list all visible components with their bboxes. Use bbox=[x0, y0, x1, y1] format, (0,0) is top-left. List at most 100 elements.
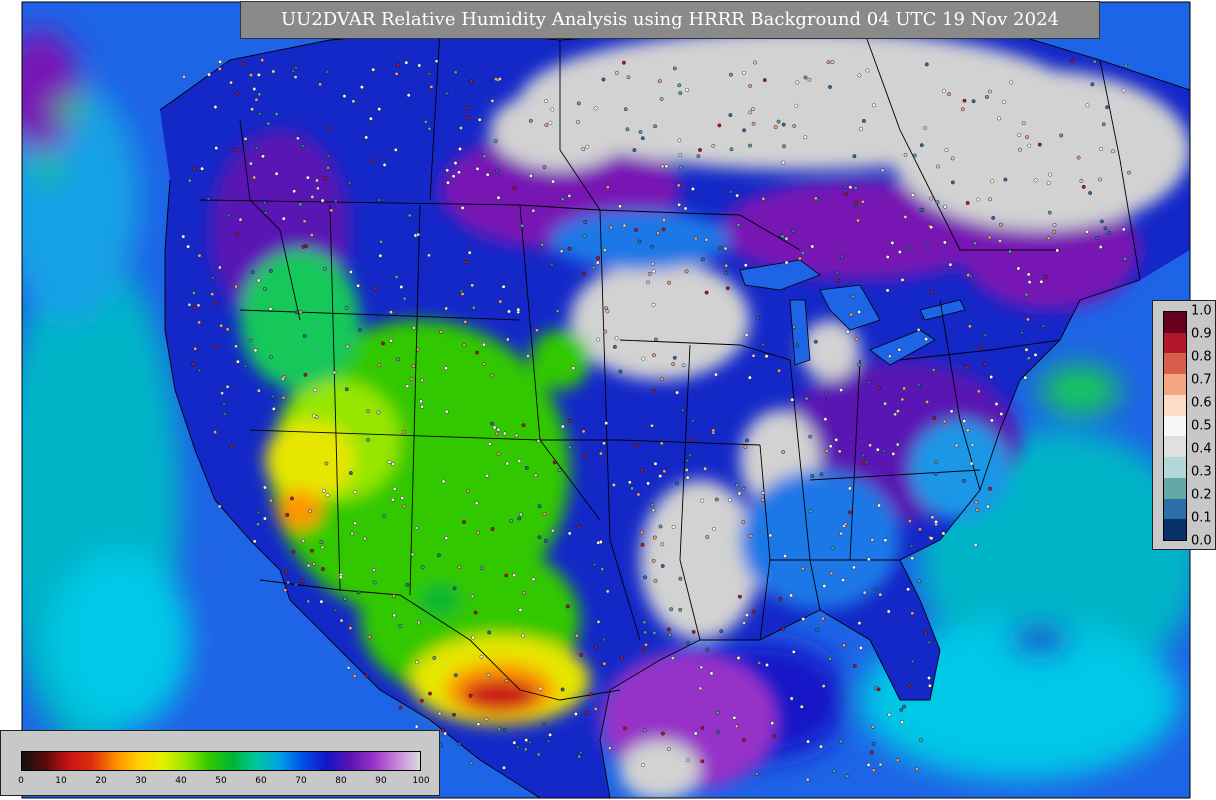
station-dot bbox=[389, 338, 393, 343]
station-dot bbox=[637, 239, 642, 244]
station-dot bbox=[651, 302, 656, 307]
station-dot bbox=[718, 246, 723, 250]
station-dot bbox=[399, 285, 404, 289]
station-dot bbox=[862, 590, 867, 595]
station-dot bbox=[990, 418, 994, 423]
station-dot bbox=[394, 275, 399, 279]
station-dot bbox=[321, 488, 326, 493]
station-dot bbox=[975, 508, 980, 512]
station-dot bbox=[848, 185, 853, 190]
station-dot bbox=[842, 643, 846, 648]
station-dot bbox=[333, 608, 338, 612]
station-dot bbox=[903, 152, 908, 157]
station-dot bbox=[306, 563, 311, 568]
station-dot bbox=[751, 107, 755, 112]
station-dot bbox=[656, 231, 660, 236]
station-dot bbox=[916, 327, 921, 332]
station-dot bbox=[742, 621, 746, 625]
station-dot bbox=[808, 434, 813, 439]
station-dot bbox=[409, 377, 414, 381]
station-dot bbox=[281, 216, 286, 221]
station-dot bbox=[382, 162, 387, 167]
station-dot bbox=[738, 594, 742, 599]
station-dot bbox=[690, 437, 694, 442]
station-dot bbox=[877, 386, 882, 391]
station-dot bbox=[293, 75, 298, 80]
station-dot bbox=[748, 110, 753, 115]
station-dot bbox=[427, 126, 432, 131]
station-dot bbox=[402, 504, 407, 509]
station-dot bbox=[301, 539, 306, 543]
station-dot bbox=[226, 213, 231, 218]
station-dot bbox=[777, 368, 781, 373]
station-dot bbox=[589, 692, 594, 697]
station-dot bbox=[614, 336, 619, 341]
station-dot bbox=[970, 443, 975, 447]
station-dot bbox=[594, 644, 598, 649]
station-dot bbox=[743, 263, 748, 268]
station-dot bbox=[229, 444, 234, 449]
station-dot bbox=[469, 79, 473, 84]
station-dot bbox=[830, 545, 835, 550]
station-dot bbox=[441, 479, 446, 484]
station-dot bbox=[619, 655, 624, 659]
station-dot bbox=[910, 611, 915, 616]
station-dot bbox=[567, 246, 572, 251]
station-dot bbox=[187, 178, 192, 183]
station-dot bbox=[929, 225, 934, 230]
station-dot bbox=[822, 584, 827, 588]
station-dot bbox=[925, 399, 929, 404]
station-dot bbox=[678, 91, 683, 96]
station-dot bbox=[696, 154, 701, 159]
station-dot bbox=[900, 277, 905, 282]
station-dot bbox=[401, 430, 406, 434]
station-dot bbox=[699, 665, 704, 670]
station-dot bbox=[260, 58, 265, 62]
station-dot bbox=[323, 176, 327, 180]
station-dot bbox=[934, 520, 938, 524]
station-dot bbox=[225, 327, 230, 332]
station-dot bbox=[458, 147, 462, 151]
station-dot bbox=[1024, 292, 1029, 297]
station-dot bbox=[859, 646, 863, 650]
station-dot bbox=[857, 73, 862, 78]
station-dot bbox=[235, 359, 240, 364]
station-dot bbox=[662, 217, 666, 222]
station-dot bbox=[745, 438, 749, 443]
station-dot bbox=[471, 635, 476, 640]
station-dot bbox=[446, 180, 450, 185]
station-dot bbox=[826, 60, 831, 65]
station-dot bbox=[372, 568, 376, 572]
station-dot bbox=[207, 72, 211, 77]
station-dot bbox=[423, 120, 428, 124]
station-dot bbox=[482, 362, 487, 366]
rh-tick-label: 80 bbox=[335, 776, 347, 786]
station-dot bbox=[444, 366, 448, 371]
station-dot bbox=[667, 280, 671, 285]
station-dot bbox=[789, 593, 793, 598]
station-dot bbox=[298, 202, 303, 207]
station-dot bbox=[821, 616, 825, 621]
station-dot bbox=[791, 650, 796, 654]
station-dot bbox=[583, 454, 587, 459]
station-dot bbox=[900, 397, 905, 402]
station-dot bbox=[908, 519, 912, 523]
station-dot bbox=[803, 75, 808, 80]
increment-color-swatch bbox=[1164, 353, 1186, 375]
station-dot bbox=[836, 278, 841, 283]
station-dot bbox=[257, 92, 262, 97]
station-dot bbox=[748, 143, 752, 148]
station-dot bbox=[309, 548, 314, 553]
station-dot bbox=[451, 174, 456, 179]
station-dot bbox=[344, 387, 349, 392]
increment-colorbar bbox=[1163, 311, 1187, 541]
station-dot bbox=[735, 193, 740, 198]
station-dot bbox=[548, 120, 553, 125]
station-dot bbox=[1018, 147, 1022, 152]
station-dot bbox=[372, 580, 377, 585]
station-dot bbox=[604, 306, 609, 311]
station-dot bbox=[427, 253, 431, 258]
station-dot bbox=[497, 77, 502, 81]
station-dot bbox=[514, 433, 519, 438]
station-dot bbox=[319, 540, 324, 544]
